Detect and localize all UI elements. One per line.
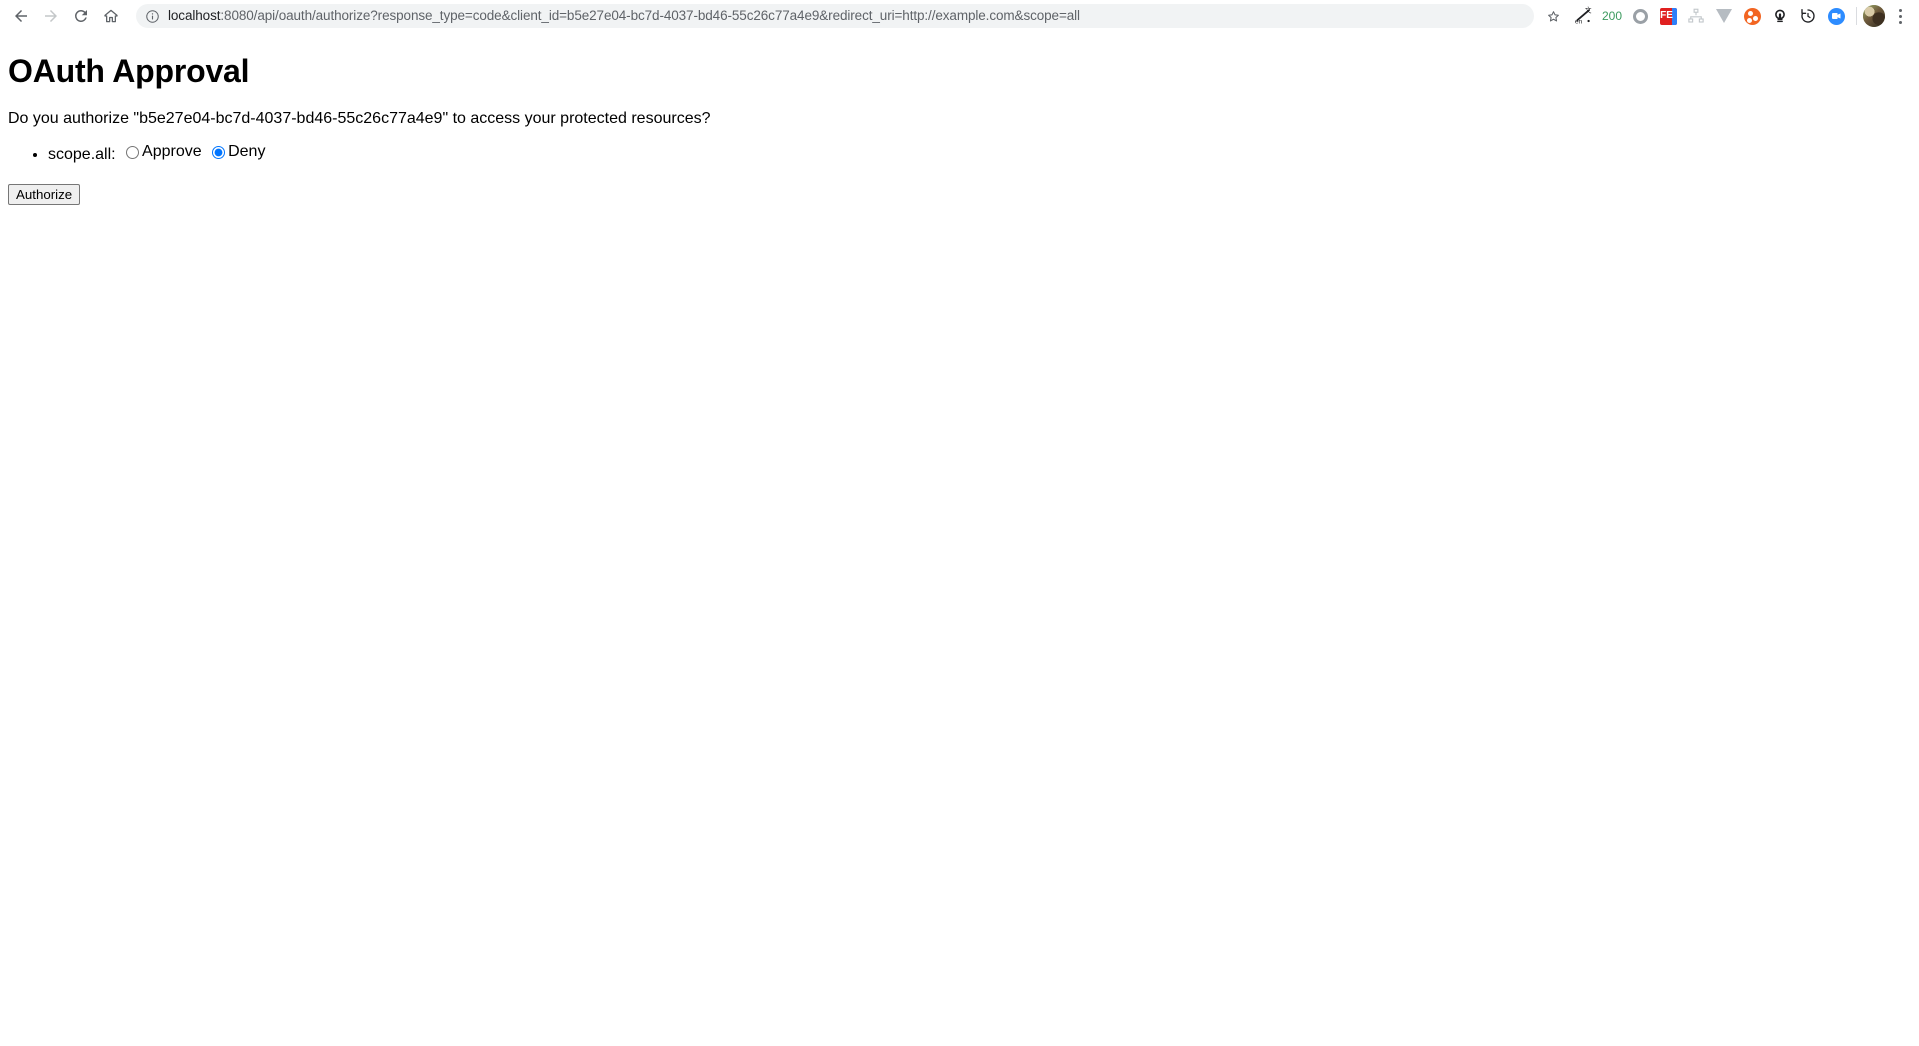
list-item: scope.all: Approve Deny bbox=[48, 142, 1911, 166]
orange-circle-shape bbox=[1743, 7, 1761, 25]
status-code-text: 200 bbox=[1601, 9, 1623, 23]
translate-icon[interactable]: en 文 bbox=[1570, 2, 1598, 30]
browser-toolbar: localhost:8080/api/oauth/authorize?respo… bbox=[0, 0, 1919, 33]
url-host: localhost bbox=[168, 9, 221, 23]
home-icon bbox=[104, 9, 118, 23]
back-arrow-icon bbox=[15, 10, 27, 22]
scope-approve-radio[interactable] bbox=[126, 146, 140, 160]
scope-deny-radio[interactable] bbox=[212, 146, 226, 160]
github-octocat-icon[interactable] bbox=[1766, 2, 1794, 30]
reload-button[interactable] bbox=[66, 1, 96, 31]
orange-circle-icon[interactable] bbox=[1738, 2, 1766, 30]
info-circle-icon[interactable] bbox=[145, 9, 160, 24]
authorize-question: Do you authorize "b5e27e04-bc7d-4037-bd4… bbox=[8, 110, 711, 128]
scope-deny-label: Deny bbox=[228, 143, 266, 161]
fe-badge-icon[interactable]: FE bbox=[1654, 2, 1682, 30]
back-button[interactable] bbox=[6, 1, 36, 31]
refresh-clock-icon[interactable] bbox=[1794, 2, 1822, 30]
extensions-bar: en 文 200 FE bbox=[1570, 2, 1850, 30]
menu-dot bbox=[1898, 20, 1902, 24]
page-content: OAuth Approval Do you authorize "b5e27e0… bbox=[0, 33, 1919, 1046]
url-path: :8080/api/oauth/authorize?response_type=… bbox=[220, 9, 1080, 23]
address-bar[interactable]: localhost:8080/api/oauth/authorize?respo… bbox=[136, 4, 1534, 28]
fe-badge-shape: FE bbox=[1659, 7, 1677, 25]
avatar[interactable] bbox=[1863, 5, 1885, 27]
scope-list: scope.all: Approve Deny bbox=[8, 142, 1911, 166]
vue-devtools-icon[interactable] bbox=[1710, 2, 1738, 30]
menu-dot bbox=[1898, 8, 1902, 12]
home-button[interactable] bbox=[96, 1, 126, 31]
fe-badge-text: FE bbox=[1660, 10, 1673, 21]
scope-approve-option[interactable]: Approve bbox=[123, 142, 202, 163]
vue-triangle-shape bbox=[1716, 9, 1732, 23]
forward-button[interactable] bbox=[36, 1, 66, 31]
chrome-menu-button[interactable] bbox=[1887, 2, 1913, 30]
url-text: localhost:8080/api/oauth/authorize?respo… bbox=[168, 9, 1080, 23]
reload-icon bbox=[74, 9, 87, 22]
bookmark-star-button[interactable] bbox=[1540, 3, 1566, 29]
status-code-badge[interactable]: 200 bbox=[1598, 2, 1626, 30]
sitemap-icon[interactable] bbox=[1682, 2, 1710, 30]
ring-shape bbox=[1632, 8, 1648, 24]
scope-label: scope.all: bbox=[48, 146, 116, 164]
authorize-button[interactable]: Authorize bbox=[8, 184, 81, 206]
forward-arrow-icon bbox=[45, 10, 57, 22]
page-title: OAuth Approval bbox=[8, 53, 250, 89]
scope-approve-label: Approve bbox=[142, 143, 202, 161]
zoom-camera-icon[interactable] bbox=[1822, 2, 1850, 30]
toolbar-divider bbox=[1856, 7, 1857, 25]
ring-icon[interactable] bbox=[1626, 2, 1654, 30]
scope-deny-option[interactable]: Deny bbox=[209, 142, 265, 163]
zoom-camera-shape bbox=[1827, 7, 1845, 25]
star-icon bbox=[1547, 10, 1559, 21]
menu-dot bbox=[1898, 14, 1902, 18]
